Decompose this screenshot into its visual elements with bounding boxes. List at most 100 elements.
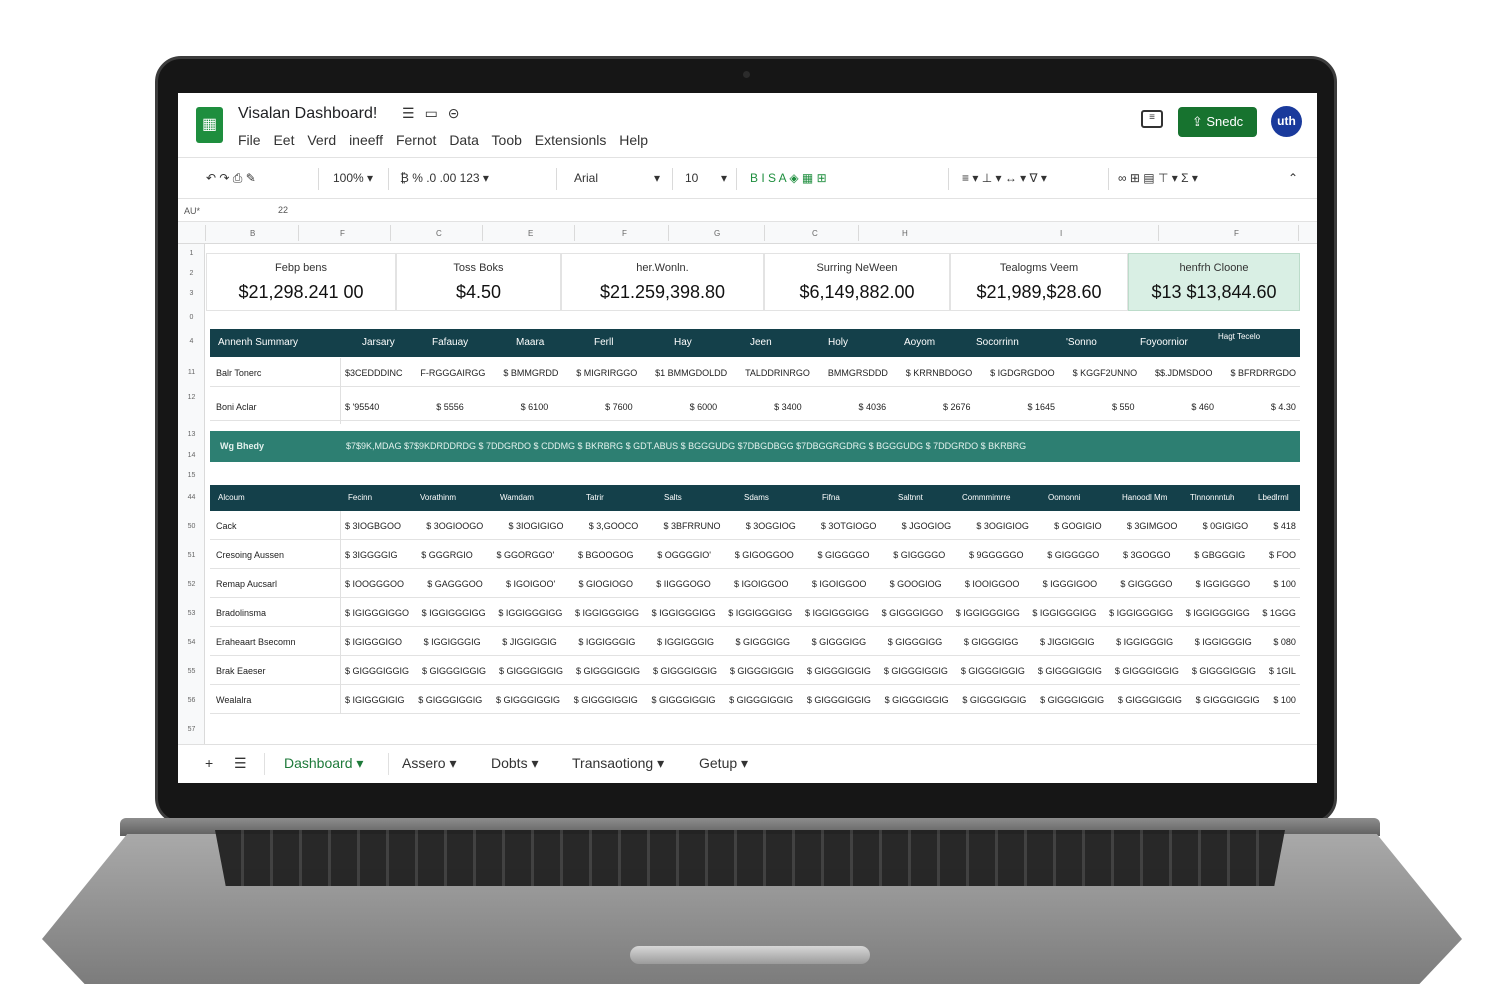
row-number[interactable]: 13 bbox=[178, 431, 205, 438]
cell[interactable]: $ 100 bbox=[1273, 695, 1296, 705]
cell[interactable]: $ GIGGGIGGIG bbox=[961, 666, 1025, 676]
header-cell[interactable]: Hay bbox=[674, 337, 692, 348]
cell[interactable]: $ OGGGGIO' bbox=[657, 550, 711, 560]
cell[interactable]: $ 3BFRRUNO bbox=[663, 521, 720, 531]
cell[interactable]: $ 1645 bbox=[1027, 402, 1055, 412]
cell[interactable]: $ BMMGRDD bbox=[503, 368, 558, 378]
tab-transactions[interactable]: Transaotiong ▾ bbox=[572, 755, 664, 772]
cell[interactable]: $ IGGIGGGO bbox=[1196, 579, 1251, 589]
column-header[interactable]: F bbox=[622, 229, 627, 238]
cell[interactable]: $ 3IOGBGOO bbox=[345, 521, 401, 531]
row-number[interactable]: 52 bbox=[178, 581, 205, 588]
cell[interactable]: $ GIGGGGO bbox=[817, 550, 869, 560]
header-cell[interactable]: Tatrir bbox=[586, 493, 604, 502]
header-cell[interactable]: Holy bbox=[828, 337, 848, 348]
kpi-card[interactable]: Tealogms Veem $21,989,$28.60 bbox=[950, 253, 1128, 311]
kpi-card[interactable]: her.Wonln. $21.259,398.80 bbox=[561, 253, 764, 311]
cell[interactable]: $ IGOIGOO' bbox=[506, 579, 555, 589]
tab-dashboard[interactable]: Dashboard ▾ bbox=[284, 755, 363, 772]
font-select[interactable]: Arial bbox=[574, 171, 598, 185]
tab-debts[interactable]: Dobts ▾ bbox=[491, 755, 539, 772]
collapse-toolbar-icon[interactable]: ⌃ bbox=[1288, 171, 1298, 185]
cell[interactable]: $ GOGIGIO bbox=[1054, 521, 1102, 531]
cell[interactable]: $ GIGGGIGGIG bbox=[422, 666, 486, 676]
cell[interactable]: $ GIGGGIGGIG bbox=[1196, 695, 1260, 705]
cloud-status-icon[interactable]: ⊝ bbox=[448, 105, 470, 121]
header-cell[interactable]: Foyoornior bbox=[1140, 337, 1188, 348]
table-row[interactable]: Bradolinsma $ IGIGGGIGGO $ IGGIGGGIGG $ … bbox=[210, 598, 1300, 627]
header-cell[interactable]: Jarsary bbox=[362, 337, 395, 348]
cell[interactable]: $ GIGGGIGGIG bbox=[574, 695, 638, 705]
menu-edit[interactable]: Eet bbox=[273, 132, 294, 148]
cell[interactable]: $ IGGIGGGIGG bbox=[575, 608, 639, 618]
tab-setup[interactable]: Getup ▾ bbox=[699, 755, 748, 772]
cell[interactable]: $ IGGIGGGIGG bbox=[652, 608, 716, 618]
cell[interactable]: $ IGIGGGIGGO bbox=[345, 608, 409, 618]
header-cell[interactable]: Annenh Summary bbox=[218, 337, 298, 348]
cell[interactable]: TALDDRINRGO bbox=[745, 368, 810, 378]
cell[interactable]: $ 3,GOOCO bbox=[589, 521, 639, 531]
cell[interactable]: $ IIGGGOGO bbox=[656, 579, 711, 589]
cell[interactable]: $ 3OTGIOGO bbox=[821, 521, 877, 531]
row-number[interactable]: 15 bbox=[178, 472, 205, 479]
cell[interactable]: $ JIGGIGGIG bbox=[502, 637, 557, 647]
row-number[interactable]: 2 bbox=[178, 270, 205, 277]
total-values[interactable]: $7$9K,MDAG $7$9KDRDDRDG $ 7DDGRDO $ CDDM… bbox=[346, 441, 1026, 451]
cell[interactable]: $ GIGGGIGGIG bbox=[418, 695, 482, 705]
cell[interactable]: $ IGGIGGGIG bbox=[578, 637, 635, 647]
cell[interactable]: $ 6000 bbox=[690, 402, 718, 412]
row-number[interactable]: 0 bbox=[178, 314, 205, 321]
cell[interactable]: $ GIGGGIGGIG bbox=[807, 666, 871, 676]
cell[interactable]: $ 0GIGIGO bbox=[1203, 521, 1249, 531]
column-header[interactable]: C bbox=[436, 229, 442, 238]
row-number[interactable]: 11 bbox=[178, 369, 205, 376]
cell[interactable]: $ IGGIGGGIG bbox=[424, 637, 481, 647]
kpi-card[interactable]: Surring NeWeen $6,149,882.00 bbox=[764, 253, 950, 311]
header-cell[interactable]: Tlnnonnntuh bbox=[1190, 493, 1234, 502]
cell[interactable]: $ 100 bbox=[1273, 579, 1296, 589]
cell[interactable]: $ GIGGGIGG bbox=[812, 637, 867, 647]
row-number[interactable]: 4 bbox=[178, 338, 205, 345]
cell[interactable]: $ BGOOGOG bbox=[578, 550, 634, 560]
cell[interactable]: $ 3OGIGIOG bbox=[976, 521, 1029, 531]
header-cell[interactable]: Lbedlrml bbox=[1258, 493, 1289, 502]
add-sheet-icon[interactable]: + bbox=[205, 755, 213, 771]
cell[interactable]: $ GIGOGGOO bbox=[735, 550, 794, 560]
cell[interactable]: $1 BMMGDOLDD bbox=[655, 368, 727, 378]
cell[interactable]: $ GIGGGIGGIG bbox=[1115, 666, 1179, 676]
cell[interactable]: $ JGOGIOG bbox=[902, 521, 952, 531]
cell[interactable]: $ GGORGGO' bbox=[497, 550, 555, 560]
column-header[interactable]: F bbox=[1234, 229, 1239, 238]
share-button[interactable]: ⇪ Snedc bbox=[1178, 107, 1257, 137]
cell[interactable]: $ 4036 bbox=[859, 402, 887, 412]
row-number[interactable]: 53 bbox=[178, 610, 205, 617]
header-cell[interactable]: Commmimrre bbox=[962, 493, 1010, 502]
cell[interactable]: $ 7600 bbox=[605, 402, 633, 412]
table-row[interactable]: Wealalra $ IGIGGGIGIG $ GIGGGIGGIG $ GIG… bbox=[210, 685, 1300, 714]
cell[interactable]: $ 3IGGGGIG bbox=[345, 550, 398, 560]
font-size-select[interactable]: 10 bbox=[685, 171, 698, 185]
cell[interactable]: $ IOOIGGOO bbox=[965, 579, 1020, 589]
cell[interactable]: $ FOO bbox=[1269, 550, 1296, 560]
cell[interactable]: $ GIGGGIGGIG bbox=[345, 666, 409, 676]
header-cell[interactable]: Aoyom bbox=[904, 337, 935, 348]
cell[interactable]: $ IGGIGGGIGG bbox=[1186, 608, 1250, 618]
cell[interactable]: $ IGDGRGDOO bbox=[990, 368, 1055, 378]
cell[interactable]: $ GOOGIOG bbox=[890, 579, 942, 589]
row-number[interactable]: 44 bbox=[178, 494, 205, 501]
header-cell[interactable]: Socorrinn bbox=[976, 337, 1019, 348]
number-format-icons[interactable]: ₿ % .0 .00 123 ▾ bbox=[400, 171, 489, 185]
user-avatar[interactable]: uth bbox=[1271, 106, 1302, 137]
cell[interactable]: $ GIGGGIGG bbox=[888, 637, 943, 647]
menu-tools[interactable]: Toob bbox=[492, 132, 522, 148]
header-cell[interactable]: Saltnnt bbox=[898, 493, 923, 502]
cell[interactable]: $ IGGIGGGIG bbox=[1116, 637, 1173, 647]
cell[interactable]: $$.JDMSDOO bbox=[1155, 368, 1213, 378]
cell[interactable]: $ '95540 bbox=[345, 402, 379, 412]
menu-file[interactable]: File bbox=[238, 132, 261, 148]
cell[interactable]: $ IGGIGGGIGG bbox=[498, 608, 562, 618]
kpi-card-highlighted[interactable]: henfrh Cloone $13 $13,844.60 bbox=[1128, 253, 1300, 311]
font-dropdown-chevron-icon[interactable]: ▾ bbox=[654, 171, 660, 185]
table-row[interactable]: Eraheaart Bsecomn $ IGIGGGIGO $ IGGIGGGI… bbox=[210, 627, 1300, 656]
menu-help[interactable]: Help bbox=[619, 132, 648, 148]
